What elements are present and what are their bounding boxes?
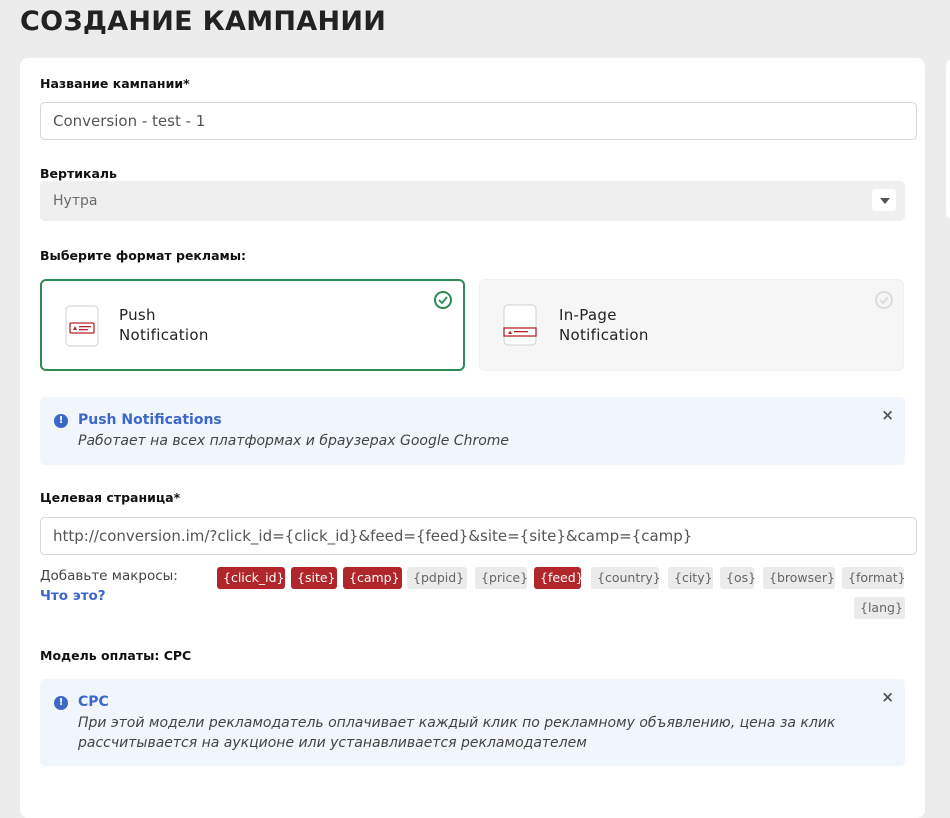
page-title: СОЗДАНИЕ КАМПАНИИ xyxy=(20,6,387,37)
target-page-label: Целевая страница* xyxy=(40,490,181,505)
macro-chip[interactable]: {pdpid} xyxy=(407,567,467,589)
info-icon: ! xyxy=(54,414,68,428)
format-push-label: Push Notification xyxy=(119,305,209,345)
macro-chip[interactable]: {format} xyxy=(842,567,906,589)
macro-chip[interactable]: {lang} xyxy=(854,597,905,619)
format-in-page-line1: In-Page xyxy=(559,306,617,324)
macros-label: Добавьте макросы: xyxy=(40,568,178,584)
close-icon[interactable]: × xyxy=(881,688,894,706)
close-icon[interactable]: × xyxy=(881,406,894,424)
check-circle-icon xyxy=(434,291,452,309)
vertical-value: Нутра xyxy=(53,193,98,209)
format-option-in-page[interactable]: In-Page Notification xyxy=(479,279,904,371)
format-info-text: Работает на всех платформах и браузерах … xyxy=(78,433,510,449)
macro-chip[interactable]: {click_id} xyxy=(217,567,285,589)
check-circle-icon xyxy=(875,291,893,309)
macro-chip[interactable]: {feed} xyxy=(534,567,584,589)
format-push-line2: Notification xyxy=(119,326,209,344)
in-page-notification-icon xyxy=(502,304,538,346)
vertical-label: Вертикаль xyxy=(40,166,117,181)
info-icon: ! xyxy=(54,696,68,710)
macro-chip[interactable]: {site} xyxy=(291,567,337,589)
side-panel xyxy=(946,58,950,220)
format-info-title: Push Notifications xyxy=(78,412,222,428)
cpc-info-alert: ! CPC При этой модели рекламодатель опла… xyxy=(40,679,905,766)
format-push-line1: Push xyxy=(119,306,156,324)
macros-help-link[interactable]: Что это? xyxy=(40,588,106,604)
campaign-name-input[interactable]: Conversion - test - 1 xyxy=(40,102,917,140)
cpc-info-title: CPC xyxy=(78,694,109,710)
cpc-info-text: При этой модели рекламодатель оплачивает… xyxy=(78,715,836,751)
chevron-down-icon[interactable] xyxy=(872,189,896,211)
format-in-page-label: In-Page Notification xyxy=(559,305,649,345)
macro-chip[interactable]: {os} xyxy=(720,567,756,589)
format-in-page-line2: Notification xyxy=(559,326,649,344)
macro-chip[interactable]: {city} xyxy=(668,567,713,589)
push-notification-icon xyxy=(64,305,100,347)
format-option-push[interactable]: Push Notification xyxy=(40,279,465,371)
target-url-input[interactable]: http://conversion.im/?click_id={click_id… xyxy=(40,517,917,555)
campaign-name-label: Название кампании* xyxy=(40,76,190,91)
format-info-alert: ! Push Notifications Работает на всех пл… xyxy=(40,397,905,465)
macro-chip[interactable]: {camp} xyxy=(343,567,402,589)
campaign-form: Название кампании* Conversion - test - 1… xyxy=(20,58,925,818)
vertical-select[interactable]: Нутра xyxy=(40,181,905,221)
ad-format-label: Выберите формат рекламы: xyxy=(40,248,247,263)
payment-model-label: Модель оплаты: CPC xyxy=(40,648,192,663)
macro-chip[interactable]: {price} xyxy=(475,567,528,589)
macro-chip[interactable]: {country} xyxy=(591,567,661,589)
macro-chip[interactable]: {browser} xyxy=(763,567,835,589)
